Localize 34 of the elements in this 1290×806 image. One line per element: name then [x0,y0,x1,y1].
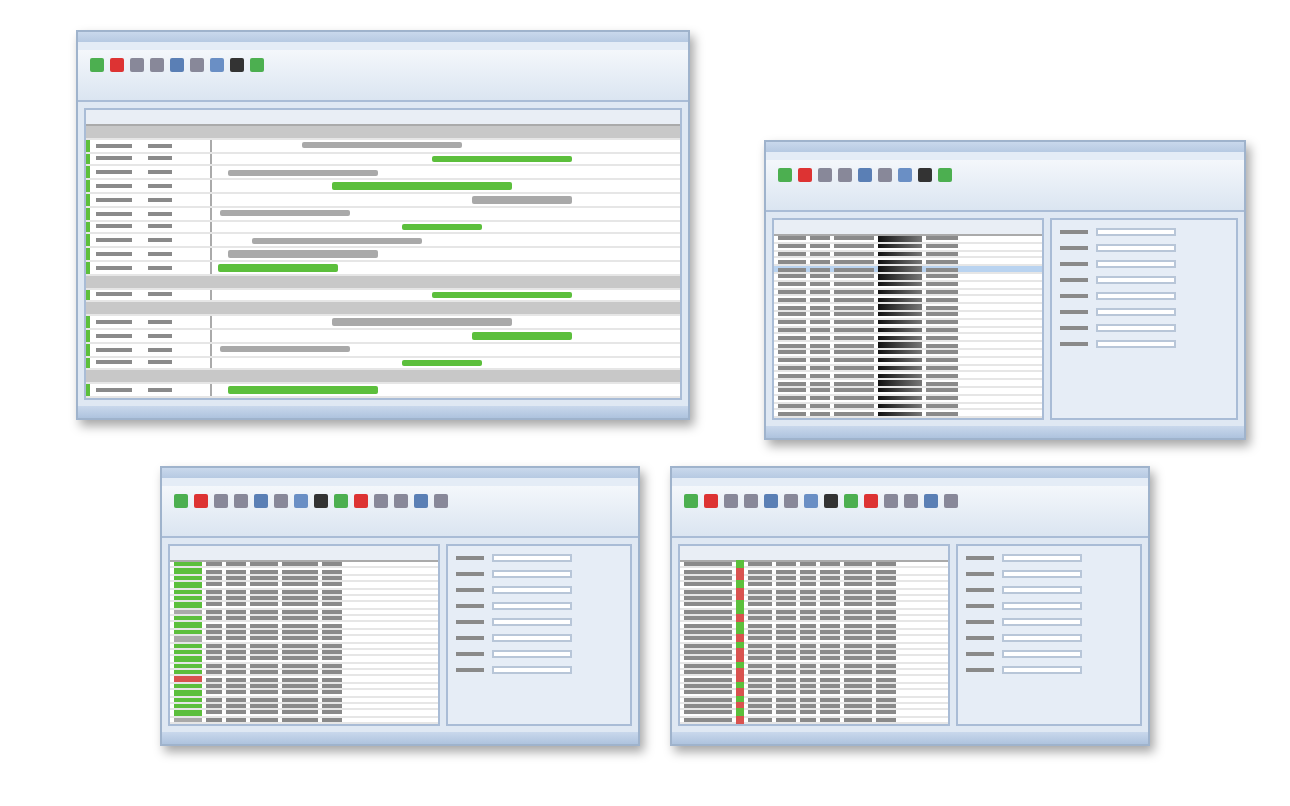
form-field[interactable] [1001,666,1082,674]
form-field[interactable] [1096,292,1177,300]
table-row[interactable] [774,365,1043,373]
form-field[interactable] [491,554,572,562]
form-field[interactable] [1001,634,1082,642]
form-field[interactable] [491,634,572,642]
form-field[interactable] [1001,618,1082,626]
form-field[interactable] [1096,308,1177,316]
form-field[interactable] [491,586,572,594]
table-row[interactable] [774,251,1043,259]
form-field[interactable] [1096,244,1177,252]
table-row[interactable] [774,403,1043,411]
table-row[interactable] [774,327,1043,335]
table-row[interactable] [774,266,1043,274]
form-field[interactable] [1096,340,1177,348]
form-field[interactable] [1096,324,1177,332]
table-row[interactable] [774,410,1043,418]
form-field[interactable] [491,570,572,578]
form-field[interactable] [491,618,572,626]
form-field[interactable] [1096,260,1177,268]
form-field[interactable] [1096,276,1177,284]
form-field[interactable] [491,602,572,610]
table-row[interactable] [774,334,1043,343]
form-field[interactable] [491,650,572,658]
form-field[interactable] [491,666,572,674]
form-field[interactable] [1001,554,1082,562]
table-row[interactable] [774,372,1043,381]
form-field[interactable] [1001,650,1082,658]
table-row[interactable] [774,289,1043,297]
form-field[interactable] [1001,602,1082,610]
form-field[interactable] [1001,570,1082,578]
form-field[interactable] [1096,228,1177,236]
table-row[interactable] [774,296,1043,305]
form-field[interactable] [1001,586,1082,594]
